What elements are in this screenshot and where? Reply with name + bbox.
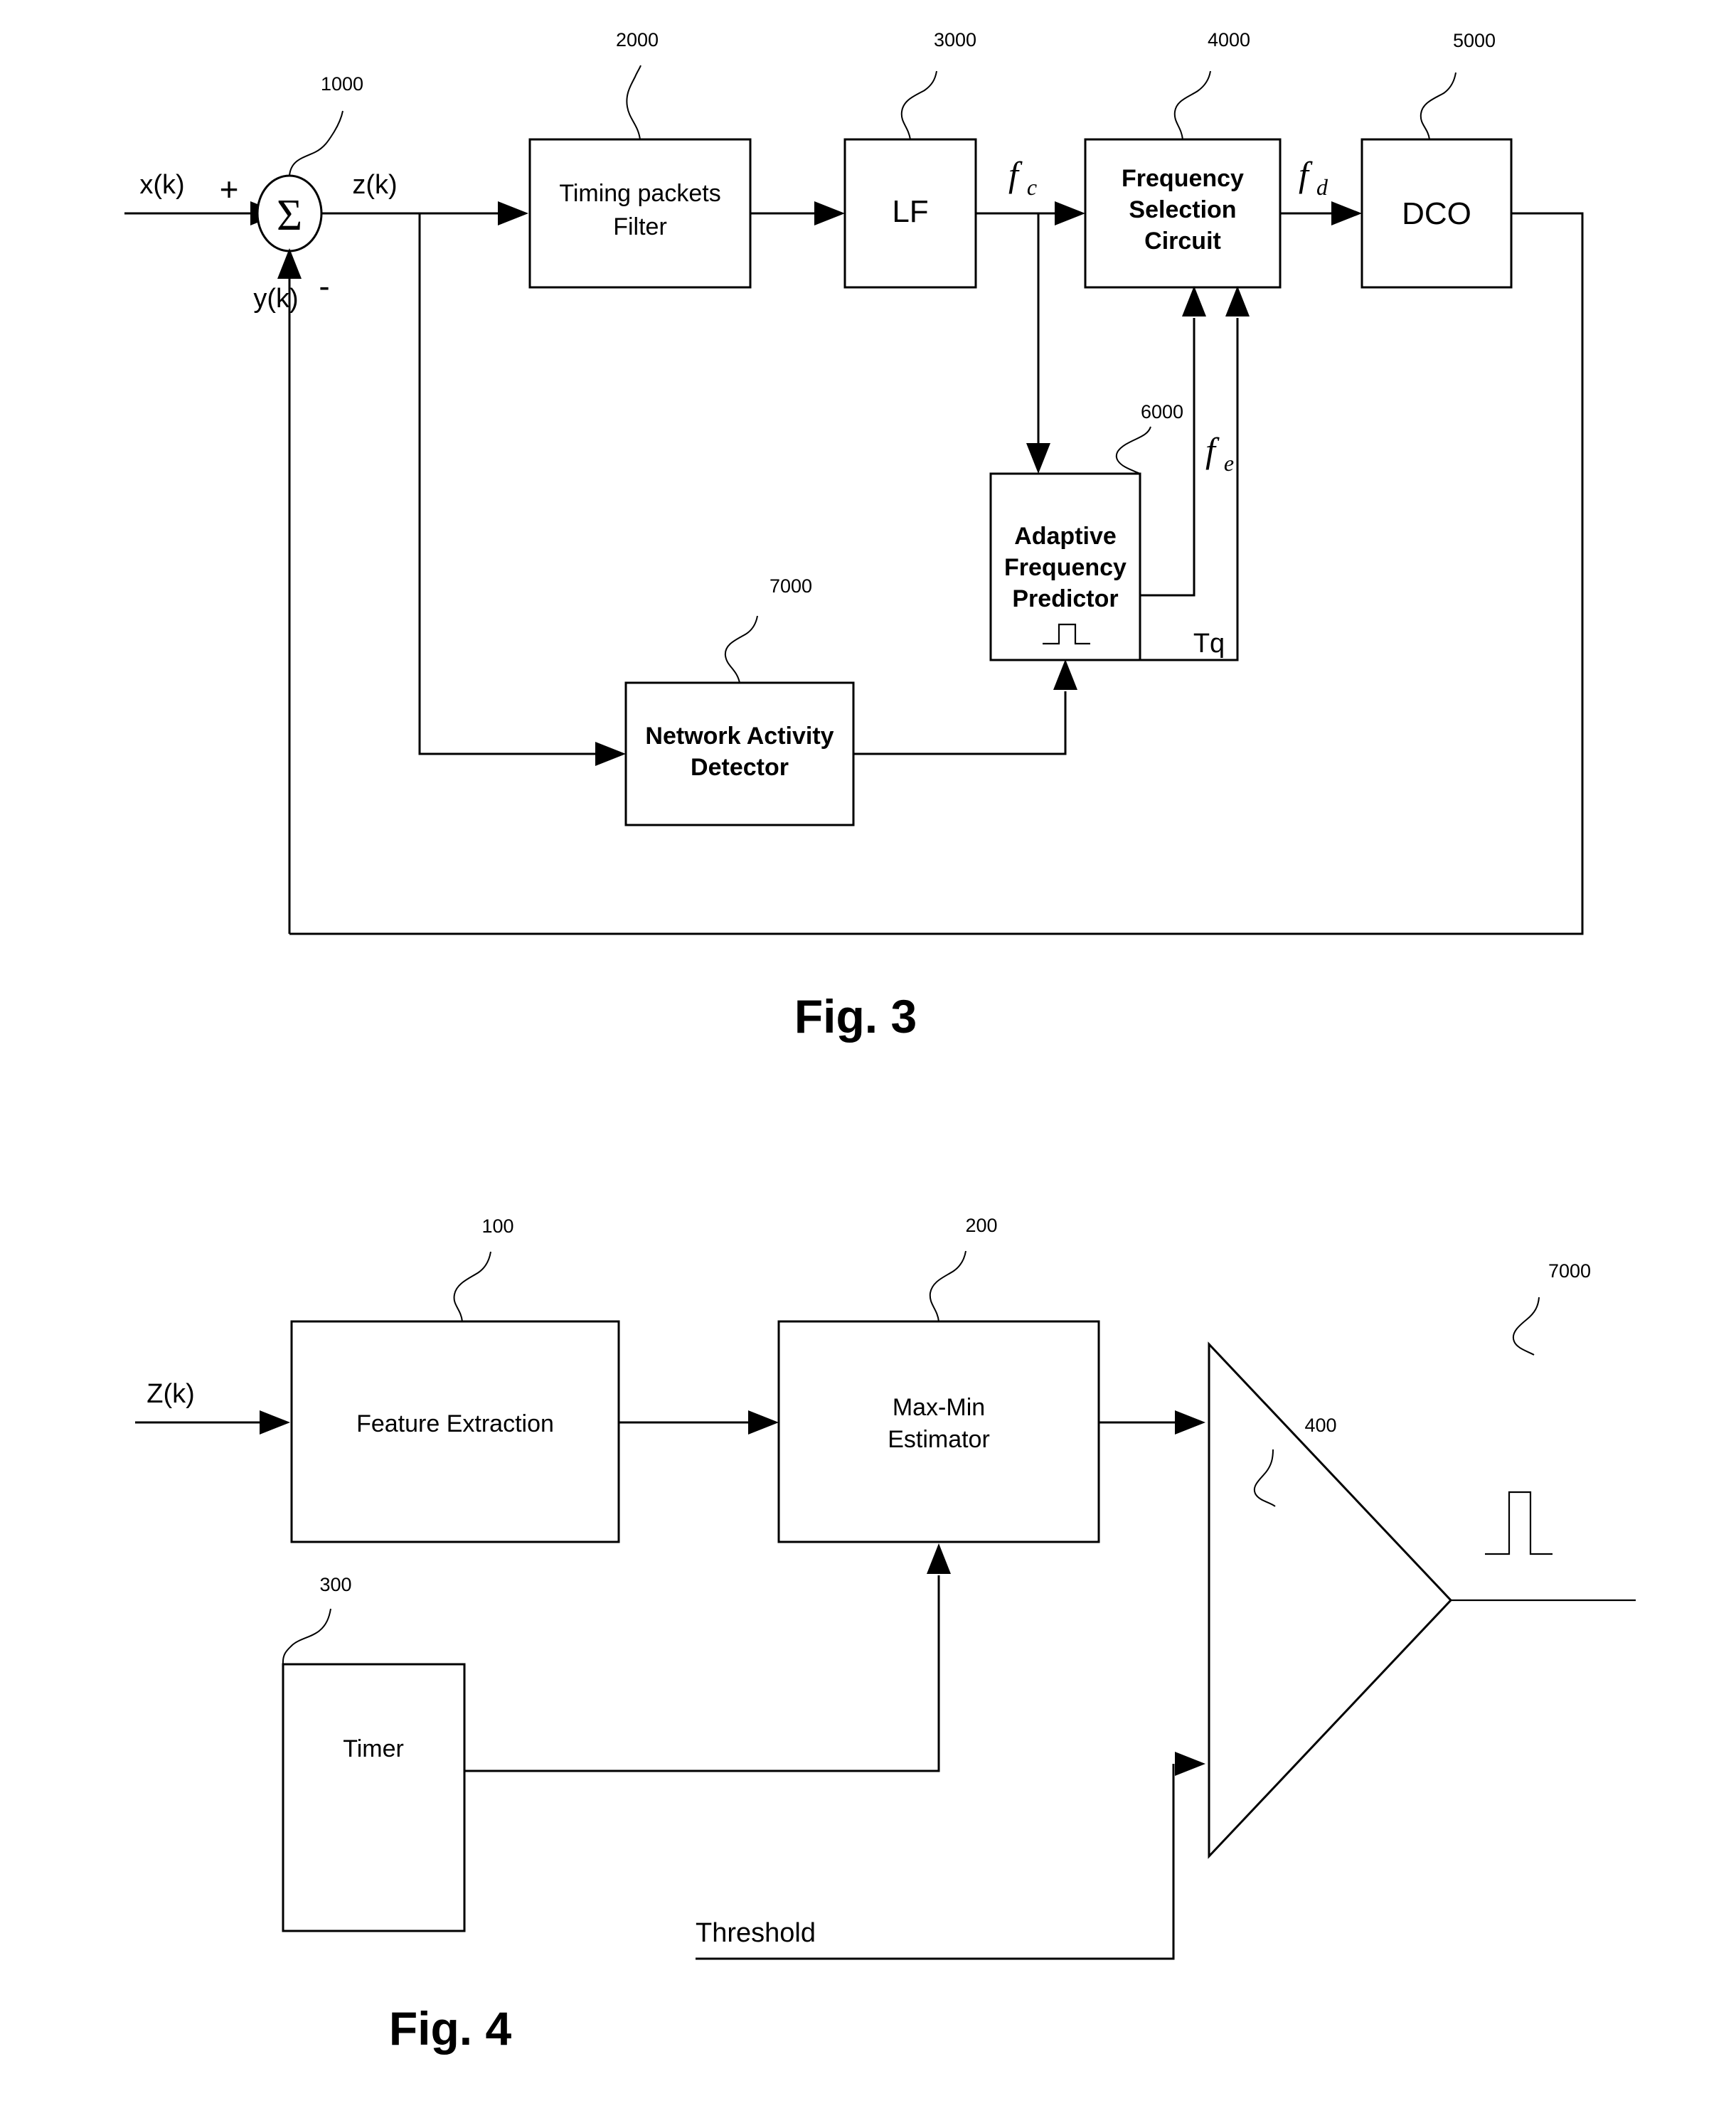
pulse-icon-output — [1485, 1491, 1553, 1555]
ref-number-2000: 2000 — [616, 29, 659, 50]
patent-figures-svg: x(k) + Σ 1000 y(k) - z(k) Timing packets… — [124, 29, 1636, 2055]
signal-label-fd-base: f — [1299, 154, 1313, 194]
ref-number-5000: 5000 — [1453, 30, 1496, 51]
signal-label-fd-sub: d — [1316, 174, 1328, 200]
block-label-afp-line3: Predictor — [1012, 585, 1118, 612]
ref-number-100: 100 — [481, 1215, 513, 1237]
signal-label-zk: z(k) — [352, 170, 397, 200]
feedback-wire-yk — [277, 248, 302, 934]
signal-label-fd: f d — [1299, 154, 1328, 200]
signal-label-fc-sub: c — [1027, 174, 1037, 200]
signal-label-fe-sub: e — [1224, 450, 1234, 476]
sign-minus: - — [319, 267, 329, 304]
leader-line-200 — [929, 1250, 966, 1322]
leader-line-7000-fig4 — [1512, 1297, 1540, 1356]
leader-line-4000 — [1173, 70, 1211, 140]
block-timer — [282, 1663, 466, 1932]
figure-3-group: x(k) + Σ 1000 y(k) - z(k) Timing packets… — [124, 29, 1584, 1043]
wire-timer-to-mme — [464, 1543, 951, 1772]
block-label-fsc-line1: Frequency — [1122, 165, 1244, 192]
block-label-feature-extraction: Feature Extraction — [356, 1410, 554, 1437]
wire-fe-to-fsc — [1140, 286, 1206, 597]
figure-caption-4: Fig. 4 — [389, 2002, 512, 2055]
leader-line-1000 — [289, 110, 344, 176]
sign-plus: + — [220, 171, 239, 208]
wire-zk-to-filter — [321, 201, 528, 225]
ref-number-400: 400 — [1304, 1415, 1336, 1436]
signal-label-fc-base: f — [1008, 154, 1023, 194]
signal-label-fe: f e — [1205, 430, 1234, 476]
sigma-glyph: Σ — [277, 191, 302, 240]
figure-caption-3: Fig. 3 — [794, 990, 917, 1043]
leader-line-7000 — [724, 615, 758, 683]
patent-drawing-sheet: x(k) + Σ 1000 y(k) - z(k) Timing packets… — [0, 0, 1736, 2118]
signal-label-fe-base: f — [1205, 430, 1220, 470]
wire-zk-tap-to-detector — [418, 213, 626, 766]
figure-4-group: Z(k) Feature Extraction 100 Max-Min Esti… — [135, 1215, 1636, 2055]
block-label-fsc-line2: Selection — [1129, 196, 1236, 223]
block-label-mme-line2: Estimator — [888, 1426, 990, 1453]
block-label-nad-line1: Network Activity — [645, 723, 834, 750]
leader-line-6000 — [1115, 426, 1151, 474]
block-label-loop-filter: LF — [892, 194, 928, 229]
ref-number-1000: 1000 — [321, 73, 363, 95]
leader-line-300 — [282, 1608, 331, 1665]
leader-line-3000 — [900, 70, 937, 140]
wire-mme-to-comparator — [1099, 1410, 1205, 1435]
signal-label-tq: Tq — [1193, 629, 1225, 659]
signal-label-threshold: Threshold — [696, 1918, 816, 1948]
wire-fc-tap-to-predictor — [1026, 213, 1050, 474]
wire-fsc-to-dco — [1280, 201, 1362, 225]
wire-fe-to-mme — [619, 1410, 779, 1435]
signal-label-zk-fig4: Z(k) — [147, 1379, 195, 1409]
wire-input-zk-fig4 — [135, 1410, 290, 1435]
ref-number-3000: 3000 — [934, 29, 976, 50]
block-label-timing-packets-filter-line2: Filter — [613, 213, 667, 240]
ref-number-200: 200 — [965, 1215, 997, 1236]
signal-label-fc: f c — [1008, 154, 1037, 200]
block-label-timer: Timer — [343, 1735, 404, 1762]
signal-label-yk: y(k) — [253, 284, 298, 314]
ref-number-7000: 7000 — [770, 575, 812, 597]
ref-number-4000: 4000 — [1208, 29, 1250, 50]
block-label-mme-line1: Max-Min — [893, 1394, 985, 1421]
wire-nad-to-afp — [853, 659, 1077, 755]
ref-number-6000: 6000 — [1141, 401, 1183, 422]
block-label-dco: DCO — [1402, 196, 1471, 231]
block-label-afp-line2: Frequency — [1004, 554, 1127, 581]
block-label-nad-line2: Detector — [691, 754, 789, 781]
leader-line-100 — [453, 1251, 491, 1322]
wire-dco-feedback-loop — [289, 212, 1584, 935]
block-label-fsc-line3: Circuit — [1144, 228, 1221, 255]
wire-filter-to-lf — [750, 201, 845, 225]
block-label-afp-line1: Adaptive — [1014, 523, 1117, 550]
ref-number-300: 300 — [319, 1574, 351, 1595]
leader-line-2000 — [626, 65, 641, 140]
wire-lf-to-fsc — [976, 201, 1085, 225]
signal-label-xk: x(k) — [139, 170, 184, 200]
ref-number-7000-fig4: 7000 — [1548, 1260, 1591, 1282]
leader-line-5000 — [1420, 72, 1457, 140]
block-label-timing-packets-filter-line1: Timing packets — [559, 180, 720, 207]
